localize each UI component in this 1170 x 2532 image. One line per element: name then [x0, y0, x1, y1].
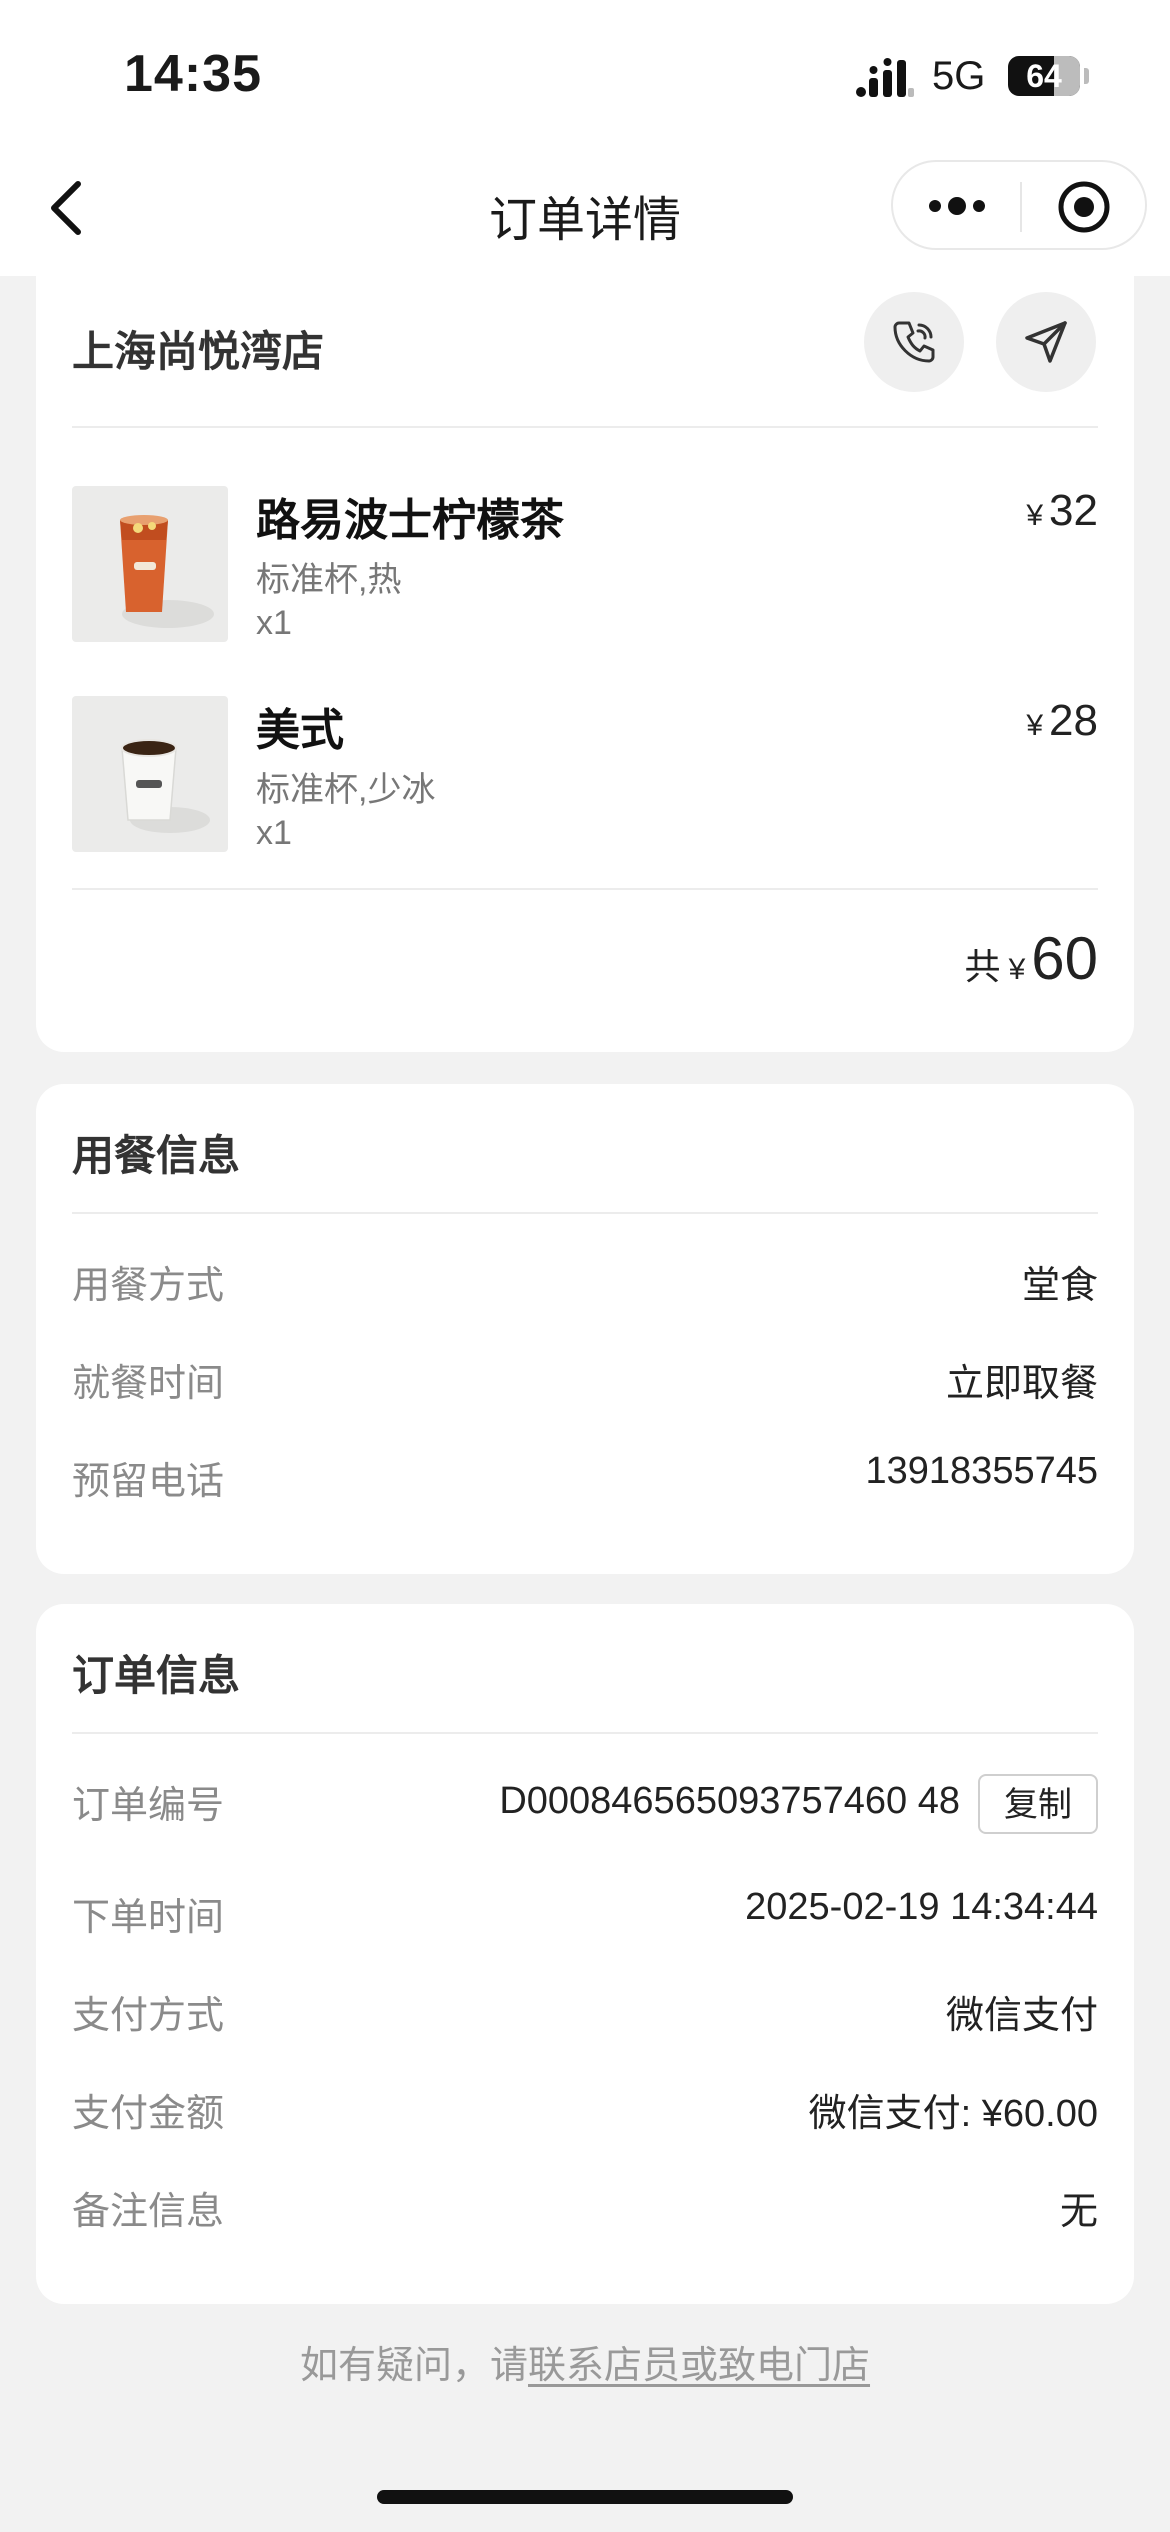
remark-value: 无 — [1059, 2191, 1098, 2233]
navigate-arrow-icon — [1025, 321, 1067, 363]
cellular-signal-icon — [856, 58, 914, 97]
order-number-label: 订单编号 — [72, 1785, 225, 1827]
divider — [72, 888, 1098, 890]
capsule-divider — [1020, 182, 1022, 232]
order-time-label: 下单时间 — [72, 1897, 225, 1939]
payment-method-label: 支付方式 — [72, 1995, 225, 2037]
currency-symbol: ¥ — [1026, 709, 1044, 742]
battery-percent: 64 — [1026, 58, 1062, 94]
reserved-phone-label: 预留电话 — [72, 1461, 225, 1503]
currency-symbol: ¥ — [1008, 953, 1026, 986]
product-spec: 标准杯,少冰 — [256, 771, 436, 809]
currency-symbol: ¥ — [1026, 499, 1044, 532]
mini-program-capsule — [891, 160, 1147, 250]
price-value: 32 — [1049, 486, 1098, 535]
order-time-value: 2025-02-19 14:34:44 — [745, 1886, 1098, 1928]
order-info-card: 订单信息 订单编号 D000846565093757460 48 复制 下单时间… — [36, 1604, 1134, 2304]
dining-method-label: 用餐方式 — [72, 1265, 225, 1307]
status-time: 14:35 — [124, 45, 262, 103]
dining-time-value: 立即取餐 — [945, 1363, 1098, 1405]
product-name: 美式 — [256, 706, 344, 755]
nav-bar: 订单详情 — [0, 150, 1170, 276]
payment-amount-value: 微信支付: ¥60.00 — [808, 2093, 1098, 2135]
section-title: 用餐信息 — [72, 1132, 241, 1179]
divider — [72, 426, 1098, 428]
dining-method-value: 堂食 — [1021, 1265, 1098, 1307]
lemon-tea-cup-icon — [120, 515, 214, 628]
price-value: 28 — [1049, 696, 1098, 745]
store-name: 上海尚悦湾店 — [72, 328, 325, 375]
battery-icon: 64 — [1008, 56, 1080, 96]
copy-order-number-button[interactable]: 复制 — [978, 1774, 1098, 1834]
dining-info-card: 用餐信息 用餐方式 堂食 就餐时间 立即取餐 预留电话 13918355745 — [36, 1084, 1134, 1574]
product-image — [72, 486, 228, 642]
call-store-button[interactable] — [864, 292, 964, 392]
dining-time-label: 就餐时间 — [72, 1363, 225, 1405]
phone-icon — [893, 321, 935, 363]
remark-label: 备注信息 — [72, 2191, 225, 2233]
contact-store-link[interactable]: 联系店员或致电门店 — [528, 2345, 870, 2387]
store-card: 上海尚悦湾店 路易波士柠檬茶 标准杯,热 x1 ¥32 美式 标准杯,少冰 x1… — [36, 276, 1134, 1052]
product-quantity: x1 — [256, 814, 292, 852]
section-title: 订单信息 — [72, 1652, 241, 1699]
americano-cup-icon — [121, 739, 210, 833]
total-amount: 60 — [1031, 925, 1098, 992]
network-type: 5G — [932, 54, 986, 98]
product-image — [72, 696, 228, 852]
payment-amount-label: 支付金额 — [72, 2093, 225, 2135]
reserved-phone-value: 13918355745 — [865, 1450, 1098, 1492]
order-total: 共 ¥60 — [965, 924, 1098, 993]
product-name: 路易波士柠檬茶 — [256, 496, 564, 545]
more-dots-icon[interactable] — [927, 180, 987, 232]
home-indicator — [377, 2490, 793, 2504]
battery-tip — [1084, 68, 1089, 84]
product-price: ¥32 — [1026, 486, 1098, 536]
payment-method-value: 微信支付 — [945, 1995, 1098, 2037]
total-label: 共 — [964, 946, 1001, 987]
help-prefix: 如有疑问，请 — [299, 2345, 528, 2387]
target-icon[interactable] — [1056, 179, 1112, 235]
navigate-to-store-button[interactable] — [996, 292, 1096, 392]
product-quantity: x1 — [256, 604, 292, 642]
divider — [72, 1212, 1098, 1214]
product-price: ¥28 — [1026, 696, 1098, 746]
divider — [72, 1732, 1098, 1734]
order-number-value: D000846565093757460 48 — [499, 1780, 960, 1822]
help-footer: 如有疑问，请联系店员或致电门店 — [0, 2334, 1170, 2389]
product-spec: 标准杯,热 — [256, 561, 402, 599]
status-bar: 14:35 5G 64 — [0, 0, 1170, 150]
